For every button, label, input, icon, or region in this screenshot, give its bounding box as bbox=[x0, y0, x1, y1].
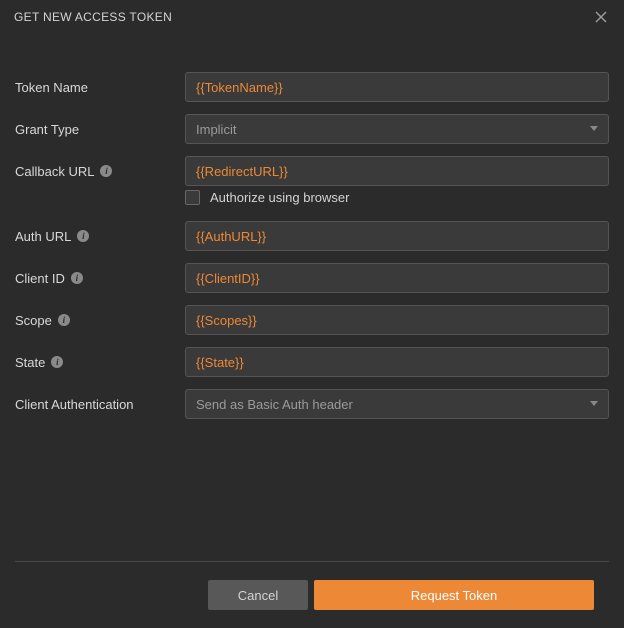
info-icon[interactable]: i bbox=[71, 272, 83, 284]
label-text: Scope bbox=[15, 313, 52, 328]
chevron-down-icon bbox=[590, 125, 598, 133]
row-auth-url: Auth URL i bbox=[15, 221, 609, 251]
close-button[interactable] bbox=[592, 8, 610, 26]
label-text: Callback URL bbox=[15, 164, 94, 179]
field-client-id bbox=[185, 263, 609, 293]
label-text: Auth URL bbox=[15, 229, 71, 244]
label-callback-url: Callback URL i bbox=[15, 164, 185, 179]
row-client-id: Client ID i bbox=[15, 263, 609, 293]
row-scope: Scope i bbox=[15, 305, 609, 335]
field-client-auth: Send as Basic Auth header bbox=[185, 389, 609, 419]
label-text: Token Name bbox=[15, 80, 88, 95]
client-id-input[interactable] bbox=[185, 263, 609, 293]
row-callback-url: Callback URL i bbox=[15, 156, 609, 186]
close-icon bbox=[595, 11, 607, 23]
cancel-button[interactable]: Cancel bbox=[208, 580, 308, 610]
dialog-footer: Cancel Request Token bbox=[15, 561, 609, 628]
label-grant-type: Grant Type bbox=[15, 122, 185, 137]
state-input[interactable] bbox=[185, 347, 609, 377]
row-state: State i bbox=[15, 347, 609, 377]
label-scope: Scope i bbox=[15, 313, 185, 328]
client-auth-select[interactable]: Send as Basic Auth header bbox=[185, 389, 609, 419]
form-body: Token Name Grant Type Implicit Cal bbox=[0, 32, 624, 561]
label-auth-url: Auth URL i bbox=[15, 229, 185, 244]
info-icon[interactable]: i bbox=[77, 230, 89, 242]
info-icon[interactable]: i bbox=[100, 165, 112, 177]
chevron-down-icon bbox=[590, 400, 598, 408]
label-text: Grant Type bbox=[15, 122, 79, 137]
row-token-name: Token Name bbox=[15, 72, 609, 102]
callback-url-input[interactable] bbox=[185, 156, 609, 186]
select-value: Implicit bbox=[196, 122, 236, 137]
field-scope bbox=[185, 305, 609, 335]
info-icon[interactable]: i bbox=[58, 314, 70, 326]
label-state: State i bbox=[15, 355, 185, 370]
dialog-title: GET NEW ACCESS TOKEN bbox=[14, 10, 172, 24]
authorize-browser-label: Authorize using browser bbox=[210, 190, 349, 205]
field-auth-url bbox=[185, 221, 609, 251]
grant-type-select[interactable]: Implicit bbox=[185, 114, 609, 144]
scope-input[interactable] bbox=[185, 305, 609, 335]
authorize-browser-checkbox[interactable] bbox=[185, 190, 200, 205]
field-callback-url bbox=[185, 156, 609, 186]
label-text: Client Authentication bbox=[15, 397, 134, 412]
label-text: Client ID bbox=[15, 271, 65, 286]
label-client-id: Client ID i bbox=[15, 271, 185, 286]
row-authorize-browser: Authorize using browser bbox=[185, 190, 609, 205]
request-token-button[interactable]: Request Token bbox=[314, 580, 594, 610]
label-client-auth: Client Authentication bbox=[15, 397, 185, 412]
field-state bbox=[185, 347, 609, 377]
auth-url-input[interactable] bbox=[185, 221, 609, 251]
row-client-auth: Client Authentication Send as Basic Auth… bbox=[15, 389, 609, 419]
info-icon[interactable]: i bbox=[51, 356, 63, 368]
field-token-name bbox=[185, 72, 609, 102]
row-grant-type: Grant Type Implicit bbox=[15, 114, 609, 144]
token-name-input[interactable] bbox=[185, 72, 609, 102]
oauth-token-dialog: GET NEW ACCESS TOKEN Token Name Grant Ty… bbox=[0, 0, 624, 628]
label-token-name: Token Name bbox=[15, 80, 185, 95]
field-grant-type: Implicit bbox=[185, 114, 609, 144]
label-text: State bbox=[15, 355, 45, 370]
dialog-header: GET NEW ACCESS TOKEN bbox=[0, 0, 624, 32]
select-value: Send as Basic Auth header bbox=[196, 397, 353, 412]
